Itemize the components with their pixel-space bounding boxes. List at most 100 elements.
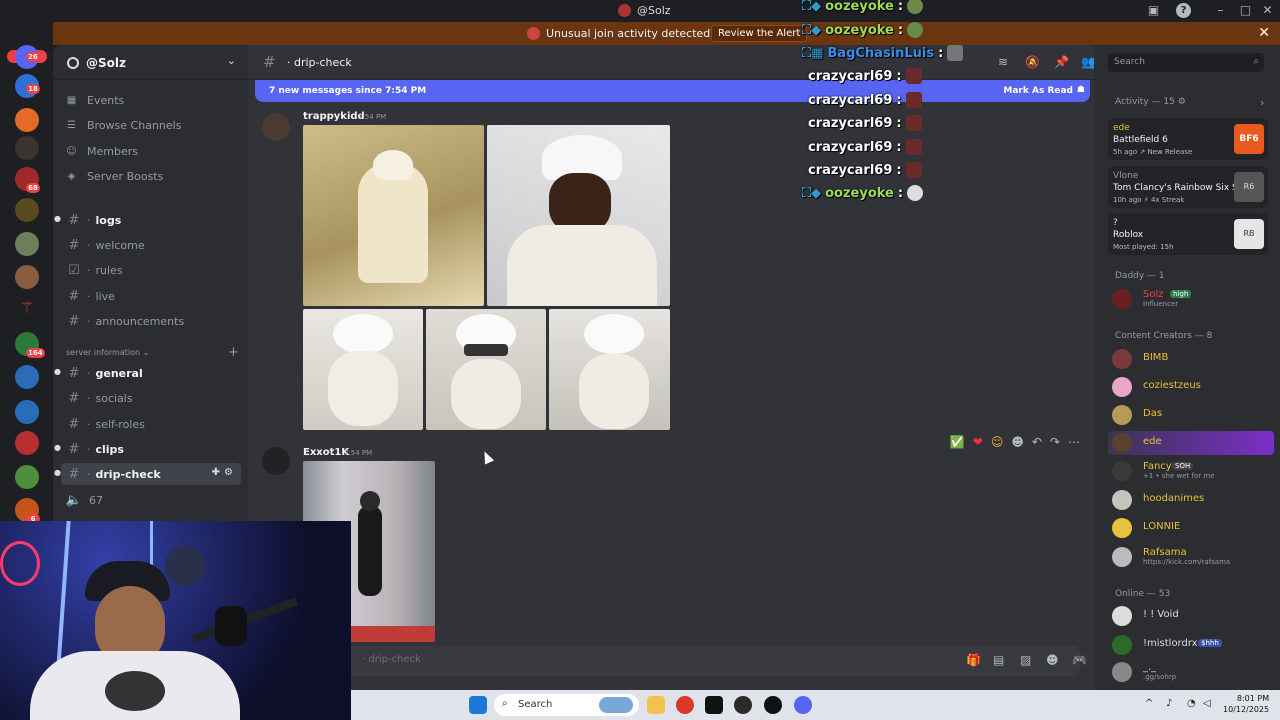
member-item[interactable]: BIMB [1112, 347, 1272, 371]
heart-reaction-icon[interactable]: ❤ [973, 435, 983, 449]
maximize-icon[interactable]: □ [1238, 3, 1253, 18]
activity-card[interactable]: Vlone Tom Clancy's Rainbow Six S... 10h … [1108, 166, 1268, 208]
apps-icon[interactable]: 🎮 [1072, 653, 1087, 667]
gift-icon[interactable]: 🎁 [966, 653, 981, 667]
server-icon[interactable] [15, 431, 39, 455]
channel-live[interactable]: # · live [61, 285, 241, 307]
channel-general[interactable]: ● # · general [54, 362, 241, 384]
mark-as-read-button[interactable]: Mark As Read [1003, 86, 1073, 96]
gif-icon[interactable]: ▤ [993, 653, 1004, 667]
server-icon[interactable] [15, 400, 39, 424]
close-window-icon[interactable]: ✕ [1260, 3, 1275, 18]
emoji-icon[interactable]: ☻ [1046, 653, 1059, 667]
member-item[interactable]: Rafsama https://kick.com/rafsama [1112, 545, 1272, 569]
member-item[interactable]: Solz high Influencer [1112, 287, 1272, 311]
unread-indicator: ● [54, 443, 61, 452]
review-alert-button[interactable]: Review the Alert [711, 25, 808, 42]
close-alert-icon[interactable]: ✕ [1258, 25, 1270, 41]
channel-socials[interactable]: # · socials [61, 387, 241, 409]
chrome-icon[interactable] [676, 696, 694, 714]
clock[interactable]: 8:01 PM 10/12/2025 [1223, 693, 1269, 715]
chevron-right-icon[interactable]: › [1260, 96, 1264, 109]
chevron-down-icon[interactable]: ⌄ [227, 54, 236, 67]
title-bar: @Solz ▣ ? – □ ✕ [0, 0, 1280, 22]
microphone-icon[interactable]: ♪ [1166, 698, 1172, 709]
avatar[interactable] [262, 447, 290, 475]
member-item[interactable]: hoodanimes [1112, 488, 1272, 512]
member-item[interactable]: ede [1108, 431, 1274, 455]
more-icon[interactable]: ⋯ [1068, 435, 1080, 449]
nav-events[interactable]: ▦ Events [65, 89, 245, 111]
channel-logs[interactable]: ● # · logs [54, 209, 241, 231]
audio-app-icon[interactable] [705, 696, 723, 714]
nav-server-boosts[interactable]: ◈ Server Boosts [65, 165, 245, 187]
server-header[interactable]: @Solz ⌄ [53, 45, 248, 80]
server-icon[interactable] [15, 232, 39, 256]
photo-attachment[interactable] [303, 309, 423, 430]
discord-icon[interactable] [794, 696, 812, 714]
channel-drip-check[interactable]: ● # · drip-check ✚ ⚙ [54, 463, 241, 485]
photo-attachment[interactable] [549, 309, 670, 430]
invite-icon[interactable]: ✚ [212, 467, 220, 478]
search-input[interactable]: Search ⌕ [1108, 53, 1264, 72]
channel-welcome[interactable]: # · welcome [61, 234, 241, 256]
forward-icon[interactable]: ↷ [1050, 435, 1060, 449]
avatar[interactable] [262, 113, 290, 141]
file-explorer-icon[interactable] [647, 696, 665, 714]
tray-chevron-icon[interactable]: ^ [1145, 698, 1153, 709]
photo-attachment[interactable] [303, 125, 484, 306]
gear-icon[interactable]: ⚙ [224, 467, 233, 478]
nav-browse-channels[interactable]: ☰ Browse Channels [65, 114, 245, 136]
activity-card[interactable]: ? Roblox Most played: 15h RB [1108, 213, 1268, 255]
nav-members[interactable]: ☺ Members [65, 140, 245, 162]
server-icon[interactable]: ⚚ [15, 298, 39, 322]
help-icon[interactable]: ? [1176, 3, 1191, 18]
server-icon[interactable] [15, 265, 39, 289]
obs-icon[interactable] [734, 696, 752, 714]
member-item[interactable]: LONNIE [1112, 516, 1272, 540]
activity-card[interactable]: ede Battlefield 6 5h ago ↗ New Release B… [1108, 118, 1268, 160]
avatar [1112, 662, 1132, 682]
server-icon[interactable] [15, 198, 39, 222]
reply-icon[interactable]: ↶ [1032, 435, 1042, 449]
server-icon[interactable] [15, 465, 39, 489]
channel-clips[interactable]: ● # · clips [54, 438, 241, 460]
message-author[interactable]: Exxot1K [303, 447, 349, 458]
wifi-icon[interactable]: ◔ [1187, 698, 1196, 709]
category-label[interactable]: server information ⌄ [66, 348, 149, 357]
member-item[interactable]: coziestzeus [1112, 375, 1272, 399]
message-author[interactable]: trappykidd [303, 111, 365, 122]
activity-header[interactable]: Activity — 15 ⚙ [1115, 97, 1186, 107]
app-icon[interactable] [764, 696, 782, 714]
channel-self-roles[interactable]: # · self-roles [61, 413, 241, 435]
channel-announcements[interactable]: # · announcements [61, 310, 241, 332]
member-item[interactable]: !mistlordrx $hhh [1112, 633, 1272, 657]
hash-icon: # [263, 53, 276, 71]
member-item[interactable]: Das [1112, 403, 1272, 427]
member-item[interactable]: ! ! Void [1112, 604, 1272, 628]
message-composer[interactable]: · drip-check 🎁 ▤ ▨ ☻ 🎮 [262, 646, 1087, 676]
server-icon[interactable] [15, 365, 39, 389]
mute-icon[interactable]: 🔕 [1025, 55, 1040, 69]
avatar [1112, 461, 1132, 481]
server-icon[interactable] [15, 136, 39, 160]
laugh-reaction-icon[interactable]: ☺ [991, 435, 1004, 449]
taskbar-search[interactable]: ⌕ Search [494, 694, 639, 716]
minimize-icon[interactable]: – [1213, 3, 1228, 18]
volume-icon[interactable]: ◁ [1203, 698, 1211, 709]
windows-start-icon[interactable] [469, 696, 487, 714]
member-item[interactable]: _._ .gg/sohrp [1112, 660, 1272, 684]
add-channel-icon[interactable]: + [228, 345, 239, 360]
channel-rules[interactable]: ☑ · rules [61, 259, 241, 281]
photo-attachment[interactable] [487, 125, 670, 306]
pin-icon[interactable]: 📌 [1054, 55, 1069, 69]
member-item[interactable]: Fancy SOH +1 • she wet for me [1112, 459, 1272, 483]
sticker-icon[interactable]: ▨ [1020, 653, 1031, 667]
inbox-icon[interactable]: ▣ [1146, 3, 1161, 18]
check-reaction-icon[interactable]: ✅ [950, 435, 965, 449]
add-reaction-icon[interactable]: ☻ [1011, 435, 1024, 449]
photo-attachment[interactable] [426, 309, 546, 430]
server-icon[interactable] [15, 108, 39, 132]
channel-67[interactable]: 🔈 67 [61, 489, 241, 511]
speaker-icon: 🔈 [65, 492, 83, 508]
